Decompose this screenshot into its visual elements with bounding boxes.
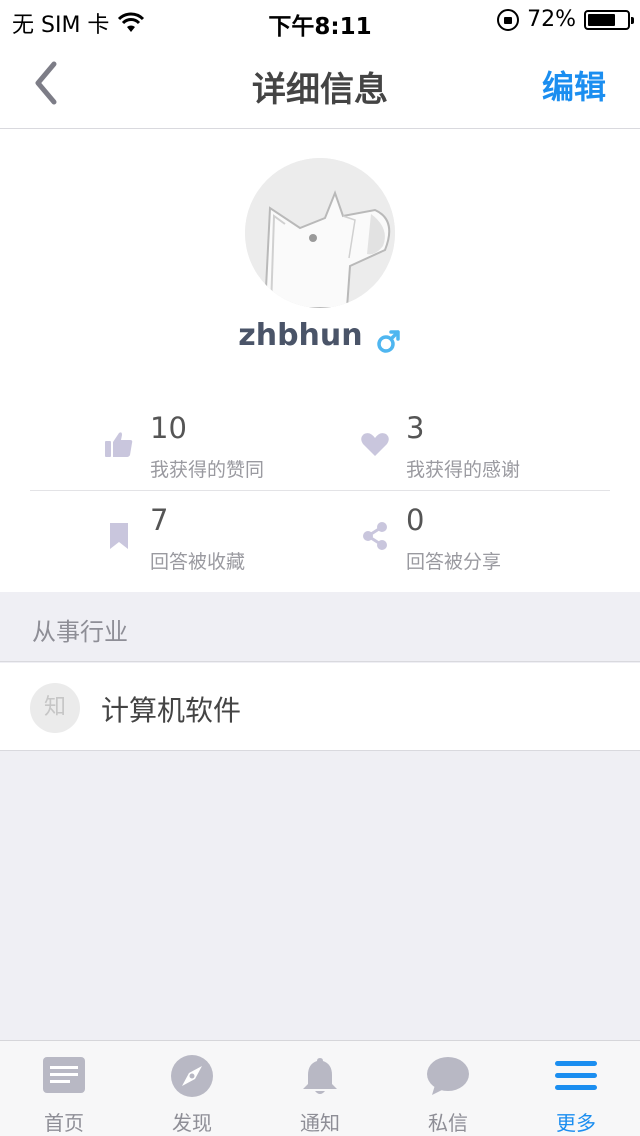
menu-icon [555,1061,597,1090]
default-avatar-illustration [245,158,395,308]
chat-bubble-icon [427,1057,469,1095]
home-feed-icon [43,1057,85,1093]
tab-label: 通知 [300,1111,340,1135]
stat-shared-label: 回答被分享 [406,551,502,573]
stat-collected-label: 回答被收藏 [150,551,246,573]
tab-label: 私信 [428,1111,468,1135]
status-bar: 无 SIM 卡 下午8:11 72% [0,0,640,40]
compass-icon [171,1055,213,1097]
tab-label: 发现 [172,1111,212,1135]
male-icon [376,329,400,353]
stat-shared-value: 0 [406,503,425,537]
battery-percent: 72% [527,7,576,32]
stat-likes[interactable]: 10 我获得的赞同 [104,411,364,481]
tab-discover[interactable]: 发现 [128,1041,256,1136]
industry-row[interactable]: 知 计算机软件 [0,663,640,751]
profile-card: zhbhun 10 我获得的赞同 3 我获得的感谢 7 回答被收藏 0 回答被分… [0,129,640,592]
rotation-lock-icon [497,8,520,31]
section-header-label: 从事行业 [32,618,128,646]
tab-messages[interactable]: 私信 [384,1041,512,1136]
thumbs-up-icon [105,432,133,457]
battery-icon [584,9,634,30]
edit-button[interactable]: 编辑 [542,62,606,108]
stat-thanks-label: 我获得的感谢 [406,459,521,481]
share-icon [363,522,387,550]
divider [30,490,610,491]
username-row: zhbhun [0,318,640,354]
avatar[interactable] [245,158,395,308]
stat-thanks[interactable]: 3 我获得的感谢 [360,411,620,481]
tab-bar: 首页 发现 通知 私信 更多 [0,1040,640,1136]
bell-icon [303,1058,337,1094]
tab-label: 更多 [556,1111,596,1135]
stat-likes-label: 我获得的赞同 [150,459,265,481]
stat-collected[interactable]: 7 回答被收藏 [104,503,364,573]
username: zhbhun [238,318,363,353]
stat-collected-value: 7 [150,503,169,537]
nav-bar: 详细信息 编辑 [0,40,640,129]
topic-badge: 知 [30,683,80,733]
section-header-industry: 从事行业 [0,592,640,662]
stat-thanks-value: 3 [406,411,425,445]
tab-home[interactable]: 首页 [0,1041,128,1136]
tab-more[interactable]: 更多 [512,1041,640,1136]
tab-label: 首页 [44,1111,84,1135]
bookmark-icon [110,523,128,549]
heart-icon [361,433,389,456]
tab-notifications[interactable]: 通知 [256,1041,384,1136]
industry-value: 计算机软件 [101,694,242,727]
stat-likes-value: 10 [150,411,187,445]
stat-shared[interactable]: 0 回答被分享 [360,503,620,573]
